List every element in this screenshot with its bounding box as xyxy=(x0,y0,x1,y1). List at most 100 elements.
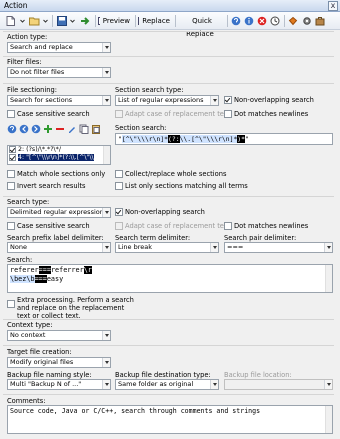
backup-destination-select[interactable]: Same folder as original xyxy=(115,379,219,390)
clear-button[interactable] xyxy=(256,14,268,28)
extra-processing-checkbox[interactable] xyxy=(7,300,15,308)
comments-input[interactable]: Source code, Java or C/C++, search throu… xyxy=(7,405,333,434)
help-icon xyxy=(231,16,241,26)
case-sensitive-checkbox[interactable] xyxy=(7,222,15,230)
section-search-input[interactable]: "[^\"\\\r\n]*(?:\\.[^\"\\\r\n]*)*" xyxy=(115,133,333,145)
invert-results-label: Invert search results xyxy=(17,182,86,190)
library-icon xyxy=(288,16,298,26)
pair-delimiter-select[interactable]: === xyxy=(224,242,333,253)
clipboard-button[interactable] xyxy=(79,14,92,28)
section-dot-newlines-checkbox[interactable] xyxy=(224,110,232,118)
search-label: Search: xyxy=(7,256,33,264)
preview-icon xyxy=(98,17,100,25)
filter-files-label: Filter files: xyxy=(7,58,42,66)
copy-icon[interactable] xyxy=(79,124,89,134)
history-button[interactable] xyxy=(269,14,281,28)
file-sectioning-select[interactable]: Search for sections xyxy=(7,95,111,106)
backup-naming-select[interactable]: Multi "Backup N of ..." xyxy=(7,379,111,390)
dot-newlines-label: Dot matches newlines xyxy=(234,222,309,230)
match-whole-sections-checkbox[interactable] xyxy=(7,170,15,178)
section-search-type-select[interactable]: List of regular expressions xyxy=(115,95,219,106)
adapt-case-checkbox[interactable] xyxy=(115,222,123,230)
toolbar: Preview Replace Quick Replace xyxy=(0,12,340,38)
cancel-icon xyxy=(257,16,267,26)
history-icon xyxy=(270,16,280,26)
new-document-icon xyxy=(6,16,15,26)
settings-button[interactable] xyxy=(301,14,313,28)
library-button[interactable] xyxy=(287,14,299,28)
chevron-down-icon xyxy=(20,19,25,23)
scrollbar[interactable] xyxy=(103,146,110,164)
term-delimiter-select[interactable]: Line break xyxy=(115,242,219,253)
search-type-select[interactable]: Delimited regular expressions xyxy=(7,207,111,218)
dot-newlines-checkbox[interactable] xyxy=(224,222,232,230)
chevron-down-icon xyxy=(102,358,110,367)
chevron-down-icon xyxy=(102,96,110,105)
new-action-button[interactable] xyxy=(4,14,17,28)
open-dropdown-button[interactable] xyxy=(42,14,49,28)
section-case-sensitive-checkbox[interactable] xyxy=(7,110,15,118)
chevron-down-icon xyxy=(102,208,110,217)
filter-files-select[interactable]: Do not filter files xyxy=(7,67,111,78)
action-type-select[interactable]: Search and replace xyxy=(7,42,111,53)
toolbox-icon xyxy=(315,17,325,26)
window-title: Action xyxy=(4,1,28,10)
prefix-delimiter-select[interactable]: None xyxy=(7,242,111,253)
context-type-select[interactable]: No context xyxy=(7,330,111,341)
section-search-type-label: Section search type: xyxy=(115,86,184,94)
chevron-down-icon xyxy=(102,380,110,389)
chevron-down-icon xyxy=(102,43,110,52)
list-item-checkbox[interactable] xyxy=(9,146,16,153)
window-title-bar: Action xyxy=(0,0,340,12)
save-dropdown-button[interactable] xyxy=(69,14,76,28)
add-icon[interactable] xyxy=(43,124,53,134)
section-dot-newlines-label: Dot matches newlines xyxy=(234,110,309,118)
list-item-checkbox[interactable] xyxy=(9,154,16,161)
help-icon[interactable] xyxy=(7,124,17,134)
backup-location-select[interactable] xyxy=(224,379,333,390)
quick-replace-button[interactable]: Quick Replace xyxy=(177,14,225,38)
backup-destination-label: Backup file destination type: xyxy=(115,371,211,379)
chevron-down-icon xyxy=(102,331,110,340)
paste-icon[interactable] xyxy=(91,124,101,134)
replace-button[interactable]: Replace xyxy=(137,14,173,28)
new-dropdown-button[interactable] xyxy=(19,14,26,28)
section-list[interactable]: 2: (?s)/\*.*?\*/ 4: "[^\"\\\r\n]*(?:\\.[… xyxy=(7,145,111,165)
comments-label: Comments: xyxy=(7,397,46,405)
adapt-case-label: Adapt case of replacement text xyxy=(125,222,231,230)
list-only-sections-checkbox[interactable] xyxy=(115,182,123,190)
chevron-down-icon xyxy=(324,243,332,252)
chevron-down-icon xyxy=(210,96,218,105)
search-input[interactable]: referer===referrer\r \bez\b===easy xyxy=(7,264,333,293)
scrollbar[interactable] xyxy=(325,406,332,433)
invert-results-checkbox[interactable] xyxy=(7,182,15,190)
save-action-button[interactable] xyxy=(55,14,68,28)
section-non-overlapping-checkbox[interactable] xyxy=(224,96,232,104)
circle-arrow-left-icon[interactable] xyxy=(19,124,29,134)
section-case-sensitive-label: Case sensitive search xyxy=(17,110,90,118)
list-item[interactable]: 2: (?s)/\*.*?\*/ xyxy=(8,146,110,154)
pair-delimiter-label: Search pair delimiter: xyxy=(224,234,297,242)
open-action-button[interactable] xyxy=(28,14,41,28)
non-overlapping-checkbox[interactable] xyxy=(115,208,123,216)
close-button[interactable]: x xyxy=(328,1,338,11)
collect-replace-sections-label: Collect/replace whole sections xyxy=(125,170,227,178)
options-button[interactable] xyxy=(314,14,326,28)
replace-icon xyxy=(138,17,140,25)
list-only-sections-label: List only sections matching all terms xyxy=(125,182,248,190)
help-button[interactable] xyxy=(230,14,242,28)
circle-arrow-right-icon[interactable] xyxy=(31,124,41,134)
section-search-label: Section search: xyxy=(115,124,167,132)
save-disk-icon xyxy=(56,16,67,26)
info-button[interactable] xyxy=(243,14,255,28)
preview-button[interactable]: Preview xyxy=(97,14,133,28)
delete-icon[interactable] xyxy=(55,124,65,134)
section-adapt-case-checkbox[interactable] xyxy=(115,110,123,118)
collect-replace-sections-checkbox[interactable] xyxy=(115,170,123,178)
term-delimiter-label: Search term delimiter: xyxy=(115,234,191,242)
target-file-select[interactable]: Modify original files xyxy=(7,357,111,368)
edit-icon[interactable] xyxy=(67,124,77,134)
list-item[interactable]: 4: "[^\"\\\r\n]*(?:\\.[^\"\\ xyxy=(8,154,110,162)
file-sectioning-label: File sectioning: xyxy=(7,86,57,94)
scrollbar[interactable] xyxy=(325,265,332,292)
